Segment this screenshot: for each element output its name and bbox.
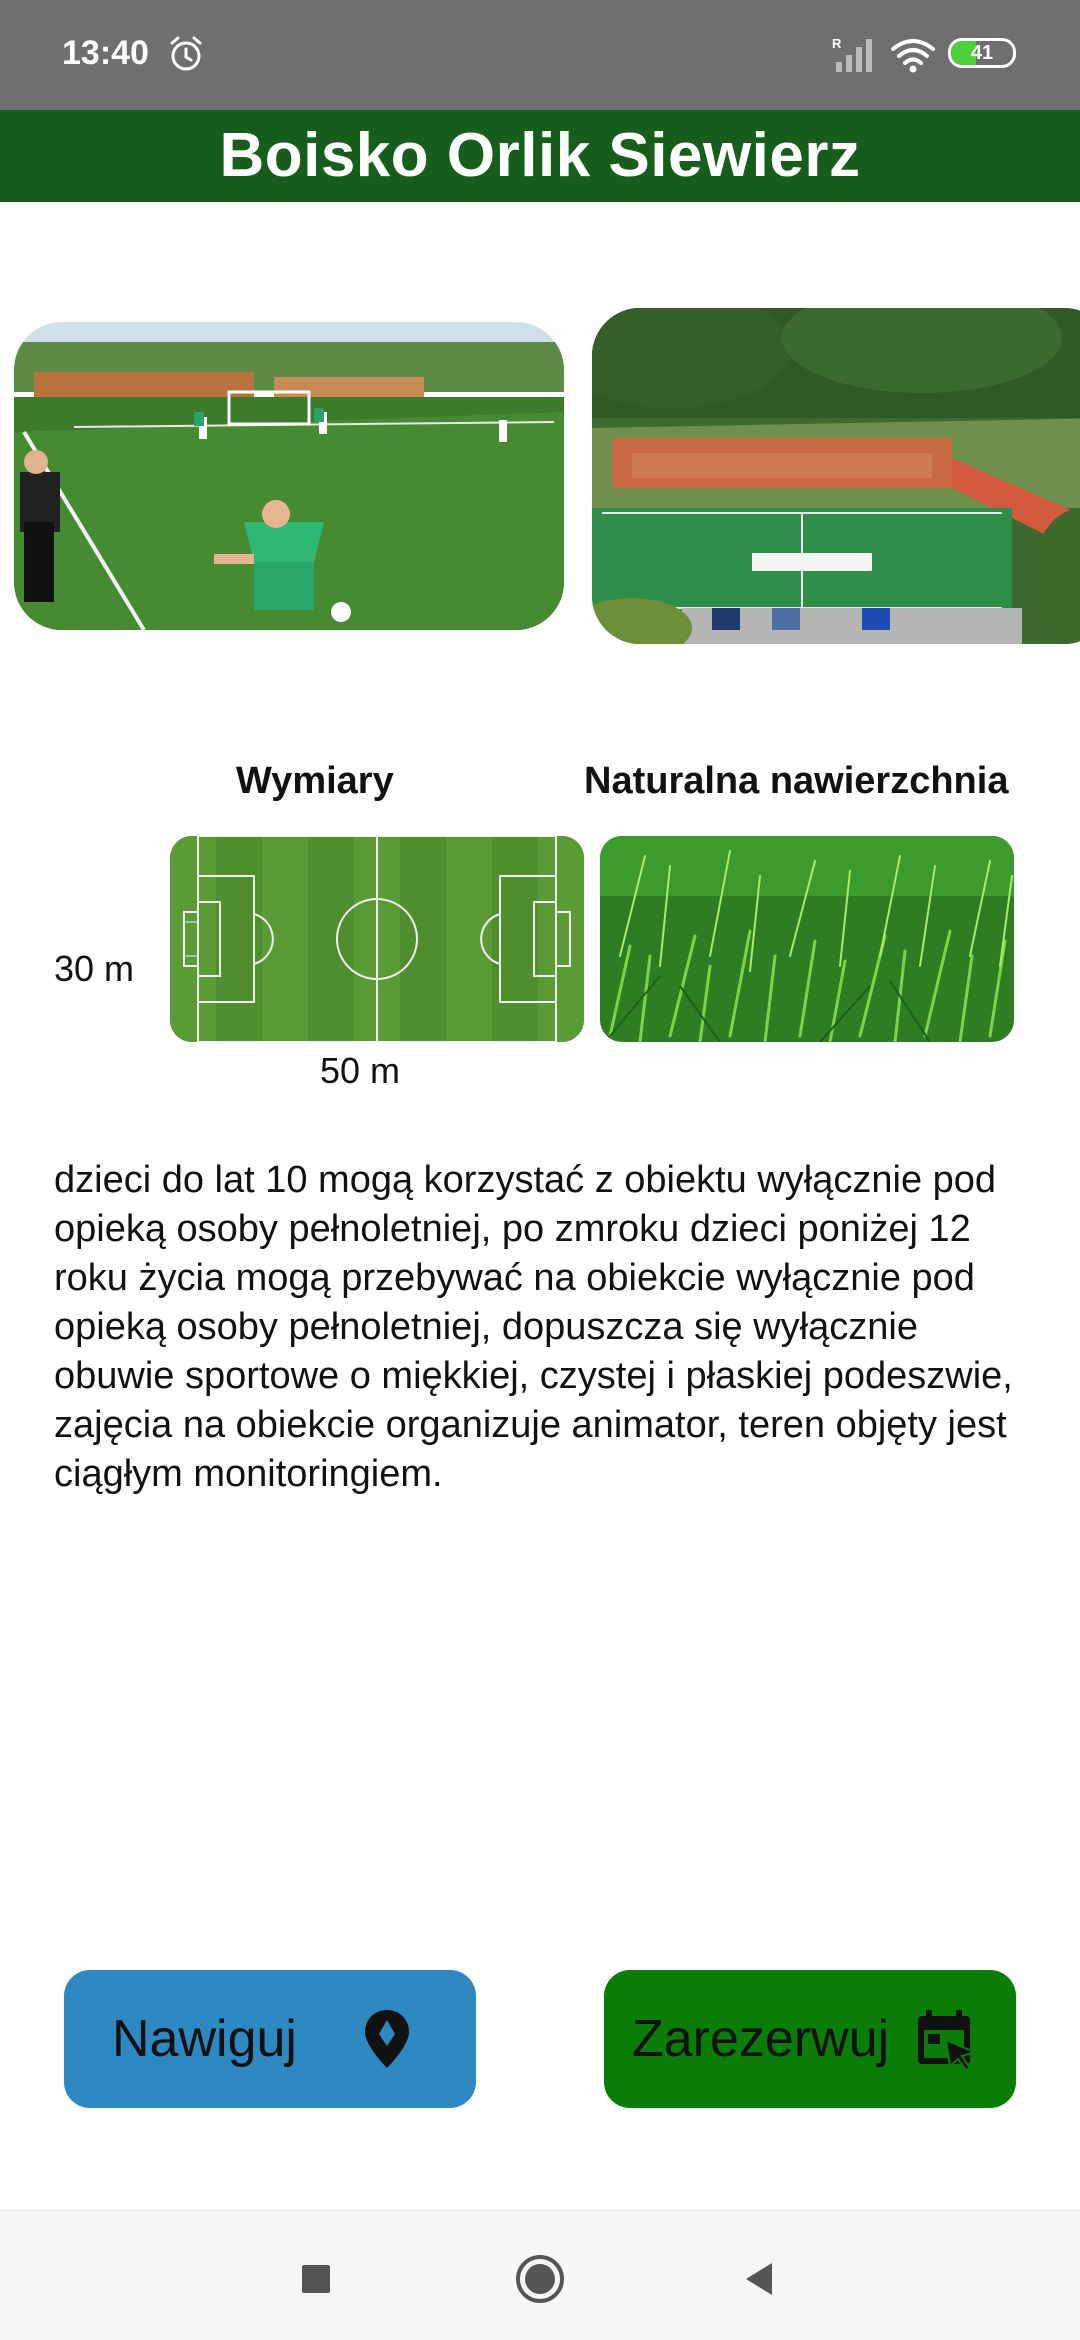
page-title: Boisko Orlik Siewierz — [219, 121, 861, 190]
back-triangle-icon[interactable] — [732, 2251, 788, 2307]
recents-square-icon[interactable] — [288, 2251, 344, 2307]
calendar-click-icon — [918, 2010, 977, 2072]
football-pitch-diagram — [170, 836, 584, 1042]
battery-icon: 41 — [948, 38, 1016, 68]
pitch-width-label: 50 m — [320, 1050, 401, 1091]
status-bar: 13:40 R 41 — [0, 0, 1080, 110]
navigate-button-label: Nawiguj — [112, 2010, 297, 2068]
navigate-button[interactable]: Nawiguj — [64, 1970, 476, 2108]
surface-heading: Naturalna nawierzchnia — [584, 760, 1009, 802]
screen: 13:40 R 41 Boisko Orlik Siewierz Wymiary… — [0, 0, 1080, 2340]
grass-image — [600, 836, 1014, 1042]
reserve-button[interactable]: Zarezerwuj — [604, 1970, 1016, 2108]
system-nav-bar — [0, 2210, 1080, 2340]
photo-orlik-field-aerial[interactable] — [592, 308, 1080, 644]
reserve-button-label: Zarezerwuj — [632, 2010, 890, 2068]
home-circle-icon[interactable] — [512, 2251, 568, 2307]
status-time: 13:40 — [62, 34, 149, 72]
dimensions-heading: Wymiary — [236, 760, 394, 802]
battery-level: 41 — [970, 42, 994, 64]
wifi-icon — [891, 39, 935, 73]
photo-kids-playing-football[interactable] — [14, 322, 564, 630]
svg-text:R: R — [832, 36, 842, 51]
app-header: Boisko Orlik Siewierz — [0, 110, 1080, 202]
facility-rules-text: dzieci do lat 10 mogą korzystać z obiekt… — [54, 1159, 1013, 1495]
map-pin-icon — [365, 2010, 409, 2068]
pitch-height-label: 30 m — [54, 948, 135, 989]
signal-icon: R — [832, 36, 872, 72]
alarm-icon — [170, 36, 202, 71]
